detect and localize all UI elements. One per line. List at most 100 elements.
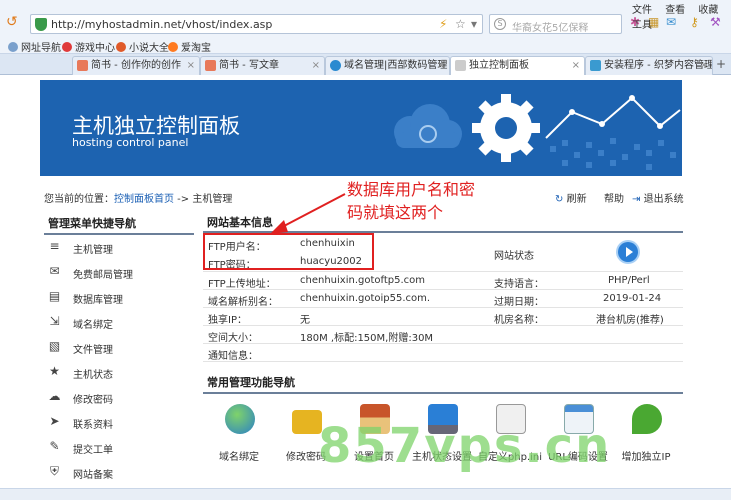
send-icon: ➤ [49,414,60,428]
play-icon[interactable] [618,242,638,262]
divider [203,392,683,394]
close-icon[interactable]: × [437,57,445,74]
bookmark-games[interactable]: 游戏中心 [62,39,115,54]
sidebar-item-database[interactable]: ▤ 数据库管理 [40,286,194,311]
help-button[interactable]: 帮助 [604,190,624,205]
logout-button[interactable]: ⇥ 退出系统 [632,190,684,205]
sidebar-item-password[interactable]: ☁ 修改密码 [40,386,194,411]
menu-view[interactable]: 查看 [665,5,685,16]
refresh-button[interactable]: ↻ 刷新 [555,190,587,205]
sidebar-item-ticket[interactable]: ✎ 提交工单 [40,436,194,461]
sidebar-item-mail[interactable]: ✉ 免费邮局管理 [40,261,194,286]
search-placeholder[interactable]: 华裔女花5亿保释 [512,19,588,34]
alias-value: chenhuixin.gotoip55.com. [300,293,431,304]
trend-line [545,96,681,139]
tab-jianshu-create[interactable]: 简书 - 创作你的创作 × [72,56,200,75]
sidebar-item-files[interactable]: ▧ 文件管理 [40,336,194,361]
divider [44,233,194,235]
star-icon[interactable]: ☆ [455,17,466,31]
sidebar: 管理菜单快捷导航 ≡ 主机管理 ✉ 免费邮局管理 ▤ 数据库管理 ⇲ 域名绑定 ▧ 文件管… [40,212,194,500]
close-icon[interactable]: × [187,57,195,74]
header-banner: 主机独立控制面板 hosting control panel [40,80,682,176]
close-icon[interactable]: × [700,57,708,74]
dropdown-icon[interactable]: ▾ [471,17,477,31]
space-label: 空间大小： [208,333,258,344]
sidebar-item-status[interactable]: ★ 主机状态 [40,361,194,386]
address-url[interactable]: http://myhostadmin.net/vhost/index.asp [51,18,272,31]
back-icon[interactable]: ↺ [6,14,18,30]
close-icon[interactable]: × [572,57,580,74]
annotation-arrow [270,193,346,234]
bookmark-novels[interactable]: 小说大全 [116,39,169,54]
bookmark-nav[interactable]: 网址导航 [8,39,61,54]
jianshu-icon [77,60,88,71]
taobao-icon [168,42,178,52]
menu-tools[interactable]: 工具 [632,20,652,31]
room-label: 机房名称： [494,315,544,326]
page-icon [455,60,466,71]
tool-add-ip[interactable]: 增加独立IP [613,404,679,464]
star-icon: ★ [49,364,60,378]
globe-icon [225,404,255,434]
globe-icon [8,42,18,52]
sidebar-item-host[interactable]: ≡ 主机管理 [40,236,194,261]
tab-strip: 简书 - 创作你的创作 × 简书 - 写文章 × 域名管理|西部数码管理 × 独立控制… [0,54,731,75]
expire-label: 过期日期： [494,297,544,308]
browser-toolbar: ↺ http://myhostadmin.net/vhost/index.asp… [0,0,731,54]
tab-install[interactable]: 安装程序 - 织梦内容管理 × [585,56,713,75]
search-box[interactable]: S 华裔女花5亿保释 [489,14,622,34]
tools-title: 常用管理功能导航 [207,376,295,389]
breadcrumb: 您当前的位置：控制面板首页 -> 主机管理 [44,194,233,205]
taskbar [0,488,731,500]
security-shield-icon [35,18,47,31]
bookmarks-bar: 网址导航 游戏中心 小说大全 爱淘宝 [0,36,731,54]
bookmark-taobao[interactable]: 爱淘宝 [168,39,211,54]
refresh-icon: ↻ [555,194,564,205]
menu-favorites[interactable]: 收藏 [698,5,718,16]
bind-icon: ⇲ [49,314,60,328]
book-icon [116,42,126,52]
address-bar[interactable]: http://myhostadmin.net/vhost/index.asp ⚡… [30,14,483,34]
menu-file[interactable]: 文件 [632,5,652,16]
mail-icon: ✉ [49,264,60,278]
notice-label: 通知信息： [208,351,258,362]
space-value: 180M ,标配:150M,附赠:30M [300,333,434,344]
breadcrumb-current: 主机管理 [192,194,233,205]
sidebar-item-domain[interactable]: ⇲ 域名绑定 [40,311,194,336]
ftp-addr-value: chenhuixin.gotoftp5.com [300,275,426,286]
sidebar-item-contact[interactable]: ➤ 联系资料 [40,411,194,436]
sidebar-item-icp[interactable]: ⛨ 网站备案 [40,461,194,486]
database-icon: ≡ [49,239,60,253]
sidebar-title: 管理菜单快捷导航 [48,217,136,230]
logout-icon: ⇥ [632,194,641,205]
game-icon [62,42,72,52]
tab-domain-manage[interactable]: 域名管理|西部数码管理 × [325,56,450,75]
tab-jianshu-write[interactable]: 简书 - 写文章 × [200,56,325,75]
tool-domain-bind[interactable]: 域名绑定 [206,404,272,464]
page-icon [590,60,601,71]
new-tab-button[interactable]: + [716,57,726,71]
db-icon: ▤ [48,289,61,303]
file-icon: ▧ [48,339,61,353]
breadcrumb-home-link[interactable]: 控制面板首页 [114,194,174,205]
ip-icon [632,404,662,434]
annotation-text: 数据库用户名和密 码就填这两个 [347,180,476,222]
watermark: 857vps.cn [318,418,612,474]
expire-value: 2019-01-24 [603,293,662,304]
pencil-icon: ✎ [49,439,60,453]
ip-label: 独享IP： [208,315,247,326]
room-value: 港台机房(推荐) [596,315,664,326]
cloud-icon: ☁ [48,389,61,403]
search-icon: S [494,18,506,30]
lightning-icon[interactable]: ⚡ [439,17,447,31]
west-icon [330,60,341,71]
tab-control-panel[interactable]: 独立控制面板 × [450,56,585,75]
jianshu-icon [205,60,216,71]
alias-label: 域名解析别名： [208,297,278,308]
close-icon[interactable]: × [312,57,320,74]
lang-value: PHP/Perl [608,275,650,286]
shield-icon: ⛨ [49,464,59,478]
lang-label: 支持语言： [494,279,544,290]
ip-value: 无 [300,315,310,326]
menu-bar: 文件 查看 收藏 工具 [622,1,731,31]
